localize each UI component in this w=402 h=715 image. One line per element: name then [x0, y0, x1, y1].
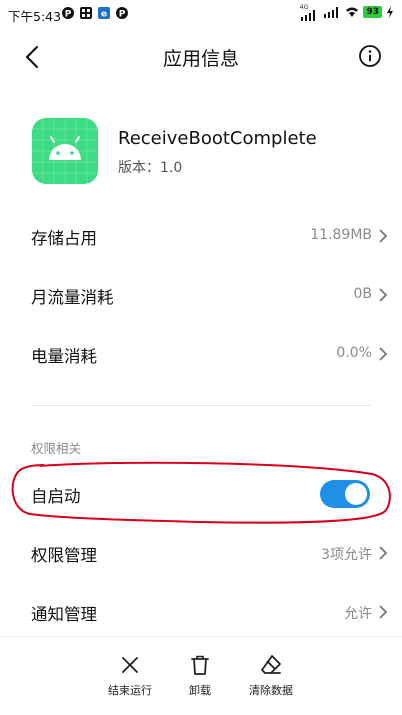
battery-level: 93: [363, 6, 382, 18]
chevron-right-icon: [379, 605, 388, 619]
row-data-usage[interactable]: 月流量消耗 0B: [0, 267, 402, 323]
row-data-usage-value: 0B: [353, 286, 372, 302]
toolbar-divider: [0, 636, 402, 637]
row-notification-manage-label: 通知管理: [31, 605, 97, 624]
row-permission-manage-value: 3项允许: [321, 547, 372, 563]
clear-data-button-label: 清除数据: [249, 684, 293, 697]
app-name: ReceiveBootComplete: [118, 128, 317, 149]
e-app-icon: e: [98, 7, 110, 19]
svg-text:P: P: [65, 10, 72, 20]
p-app-icon: P: [62, 7, 74, 19]
uninstall-button[interactable]: 卸载: [160, 654, 240, 698]
row-notification-manage-value: 允许: [344, 606, 372, 622]
row-notification-manage[interactable]: 通知管理 允许: [0, 584, 402, 640]
row-storage[interactable]: 存储占用 11.89MB: [0, 208, 402, 264]
svg-text:P: P: [119, 10, 126, 20]
app-version: 版本：1.0: [118, 160, 183, 176]
clear-data-button[interactable]: 清除数据: [231, 654, 311, 698]
row-storage-label: 存储占用: [31, 229, 97, 248]
trash-icon: [191, 655, 209, 675]
page-title: 应用信息: [162, 48, 239, 70]
row-battery-usage-value: 0.0%: [336, 345, 372, 361]
autostart-toggle[interactable]: [320, 480, 370, 508]
charging-icon: [387, 6, 393, 18]
row-permission-manage-label: 权限管理: [31, 546, 97, 565]
stop-button-label: 结束运行: [108, 684, 152, 697]
row-battery-usage[interactable]: 电量消耗 0.0%: [0, 326, 402, 382]
wifi-icon: [346, 7, 359, 17]
cellular-signal-icon: 4G: [299, 3, 319, 21]
app-bar: 应用信息: [0, 28, 402, 84]
chevron-right-icon: [379, 288, 388, 302]
status-time: 下午5:43: [8, 9, 62, 24]
row-battery-usage-label: 电量消耗: [31, 347, 97, 366]
cellular-signal-2-icon: [324, 7, 339, 18]
row-storage-value: 11.89MB: [310, 227, 372, 243]
close-icon: [122, 657, 138, 673]
stop-button[interactable]: 结束运行: [90, 654, 170, 698]
row-data-usage-label: 月流量消耗: [31, 288, 114, 307]
chevron-right-icon: [379, 229, 388, 243]
info-icon[interactable]: [358, 44, 382, 68]
p-app-icon-2: P: [116, 7, 128, 19]
chevron-right-icon: [379, 347, 388, 361]
status-right: 4G 93: [299, 3, 394, 21]
notification-icons: P e P: [62, 7, 128, 19]
eraser-icon: [261, 655, 281, 674]
svg-text:e: e: [101, 10, 107, 20]
chevron-right-icon: [379, 546, 388, 560]
row-permission-manage[interactable]: 权限管理 3项允许: [0, 525, 402, 581]
section-title-permissions: 权限相关: [31, 441, 82, 456]
section-divider: [31, 405, 371, 406]
toggle-knob: [345, 483, 367, 505]
uninstall-button-label: 卸载: [189, 684, 211, 697]
row-autostart-label: 自启动: [31, 487, 81, 506]
status-bar: 下午5:43 P e P 4G 93: [0, 0, 402, 28]
android-app-icon: [32, 118, 98, 184]
network-type: 4G: [299, 3, 309, 11]
grid-app-icon: [80, 7, 92, 19]
